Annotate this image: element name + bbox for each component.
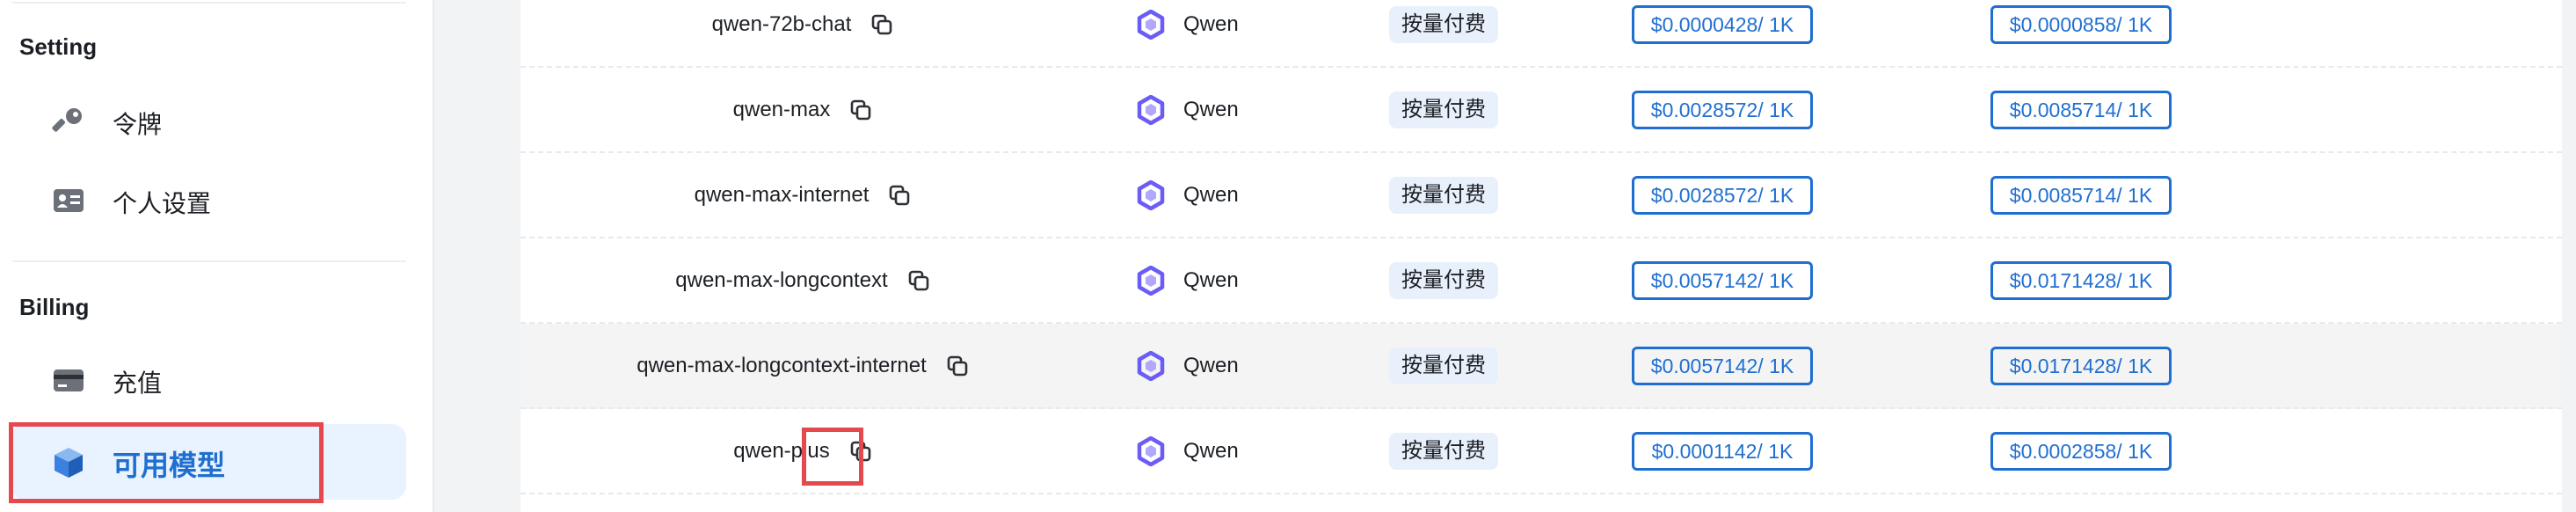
copy-icon[interactable] xyxy=(849,99,872,121)
copy-icon[interactable] xyxy=(849,440,872,463)
model-name-cell: qwen-max-longcontext-internet xyxy=(520,324,1085,407)
vendor-name: Qwen xyxy=(1183,97,1239,121)
app-window: Setting 令牌 个人设置 Billing 充值 可用模型 qwen-72b… xyxy=(0,0,2576,512)
sidebar-item-label: 个人设置 xyxy=(113,190,212,217)
cube-icon xyxy=(55,448,83,478)
vendor-name: Qwen xyxy=(1183,267,1239,292)
output-price-tag: $0.0085714/ 1K xyxy=(1990,91,2172,129)
sidebar-divider xyxy=(12,260,406,262)
id-card-icon xyxy=(54,189,84,212)
billing-type-tag: 按量付费 xyxy=(1389,177,1498,214)
model-name: qwen-72b-chat xyxy=(711,11,852,36)
billing-type-tag: 按量付费 xyxy=(1389,262,1498,299)
model-name-cell: qwen-max-internet xyxy=(520,153,1085,237)
copy-icon[interactable] xyxy=(946,355,969,377)
sidebar-item-label: 充值 xyxy=(113,369,163,397)
vendor-cell: Qwen xyxy=(1136,238,1239,322)
vendor-cell: Qwen xyxy=(1136,153,1239,237)
model-name: qwen-plus xyxy=(733,438,830,463)
vendor-cell: Qwen xyxy=(1136,0,1239,66)
sidebar: Setting 令牌 个人设置 Billing 充值 可用模型 xyxy=(0,0,434,512)
input-price-tag: $0.0001142/ 1K xyxy=(1632,432,1813,471)
qwen-logo-icon xyxy=(1137,9,1165,40)
vendor-cell: Qwen xyxy=(1136,324,1239,407)
model-name-cell: qwen-max-longcontext xyxy=(520,238,1085,322)
vendor-name: Qwen xyxy=(1183,182,1239,207)
vendor-name: Qwen xyxy=(1183,353,1239,377)
sidebar-item-personal-settings[interactable]: 个人设置 xyxy=(11,162,406,238)
input-price-tag: $0.0028572/ 1K xyxy=(1632,91,1813,129)
input-price-tag: $0.0057142/ 1K xyxy=(1632,347,1813,385)
copy-icon[interactable] xyxy=(888,184,911,207)
copy-icon[interactable] xyxy=(907,269,930,292)
table-row: qwen-max-internet Qwen 按量付费 $0.0028572/ … xyxy=(520,153,2562,238)
model-name: qwen-max-longcontext-internet xyxy=(637,353,927,377)
sidebar-divider xyxy=(12,2,406,4)
qwen-logo-icon xyxy=(1137,350,1165,381)
output-price-tag: $0.0171428/ 1K xyxy=(1990,261,2172,300)
vendor-name: Qwen xyxy=(1183,11,1239,36)
billing-type-tag: 按量付费 xyxy=(1389,433,1498,470)
vendor-cell: Qwen xyxy=(1136,409,1239,493)
billing-type-tag: 按量付费 xyxy=(1389,6,1498,43)
sidebar-item-token[interactable]: 令牌 xyxy=(11,83,406,158)
billing-type-tag: 按量付费 xyxy=(1389,347,1498,384)
table-row: qwen-max-longcontext Qwen 按量付费 $0.005714… xyxy=(520,238,2562,324)
model-name-cell: qwen-72b-chat xyxy=(520,0,1085,66)
input-price-tag: $0.0000428/ 1K xyxy=(1632,5,1813,44)
sidebar-item-available-models[interactable]: 可用模型 xyxy=(11,424,406,500)
output-price-tag: $0.0171428/ 1K xyxy=(1990,347,2172,385)
input-price-tag: $0.0028572/ 1K xyxy=(1632,176,1813,215)
input-price-tag: $0.0057142/ 1K xyxy=(1632,261,1813,300)
qwen-logo-icon xyxy=(1137,435,1165,466)
table-row: qwen-72b-chat Qwen 按量付费 $0.0000428/ 1K $… xyxy=(520,0,2562,68)
table-row: qwen-max Qwen 按量付费 $0.0028572/ 1K $0.008… xyxy=(520,68,2562,153)
model-name: qwen-max xyxy=(732,97,831,121)
vendor-name: Qwen xyxy=(1183,438,1239,463)
key-icon xyxy=(52,108,82,132)
section-title-setting: Setting xyxy=(19,33,98,60)
output-price-tag: $0.0085714/ 1K xyxy=(1990,176,2172,215)
sidebar-item-label: 令牌 xyxy=(113,111,163,138)
table-row: qwen-plus Qwen 按量付费 $0.0001142/ 1K $0.00… xyxy=(520,409,2562,494)
model-name-cell: qwen-plus xyxy=(520,409,1085,493)
sidebar-item-label: 可用模型 xyxy=(113,450,226,481)
model-name-cell: qwen-max xyxy=(520,68,1085,151)
output-price-tag: $0.0000858/ 1K xyxy=(1990,5,2172,44)
sidebar-item-recharge[interactable]: 充值 xyxy=(11,341,406,417)
billing-type-tag: 按量付费 xyxy=(1389,91,1498,128)
qwen-logo-icon xyxy=(1137,94,1165,125)
section-title-billing: Billing xyxy=(19,294,90,320)
model-name: qwen-max-internet xyxy=(694,182,870,207)
qwen-logo-icon xyxy=(1137,179,1165,210)
model-name: qwen-max-longcontext xyxy=(675,267,888,292)
credit-card-icon xyxy=(54,369,84,391)
output-price-tag: $0.0002858/ 1K xyxy=(1990,432,2172,471)
vendor-cell: Qwen xyxy=(1136,68,1239,151)
table-row: qwen-max-longcontext-internet Qwen 按量付费 … xyxy=(520,324,2562,409)
qwen-logo-icon xyxy=(1137,265,1165,296)
models-table: qwen-72b-chat Qwen 按量付费 $0.0000428/ 1K $… xyxy=(520,0,2562,512)
copy-icon[interactable] xyxy=(870,13,893,36)
